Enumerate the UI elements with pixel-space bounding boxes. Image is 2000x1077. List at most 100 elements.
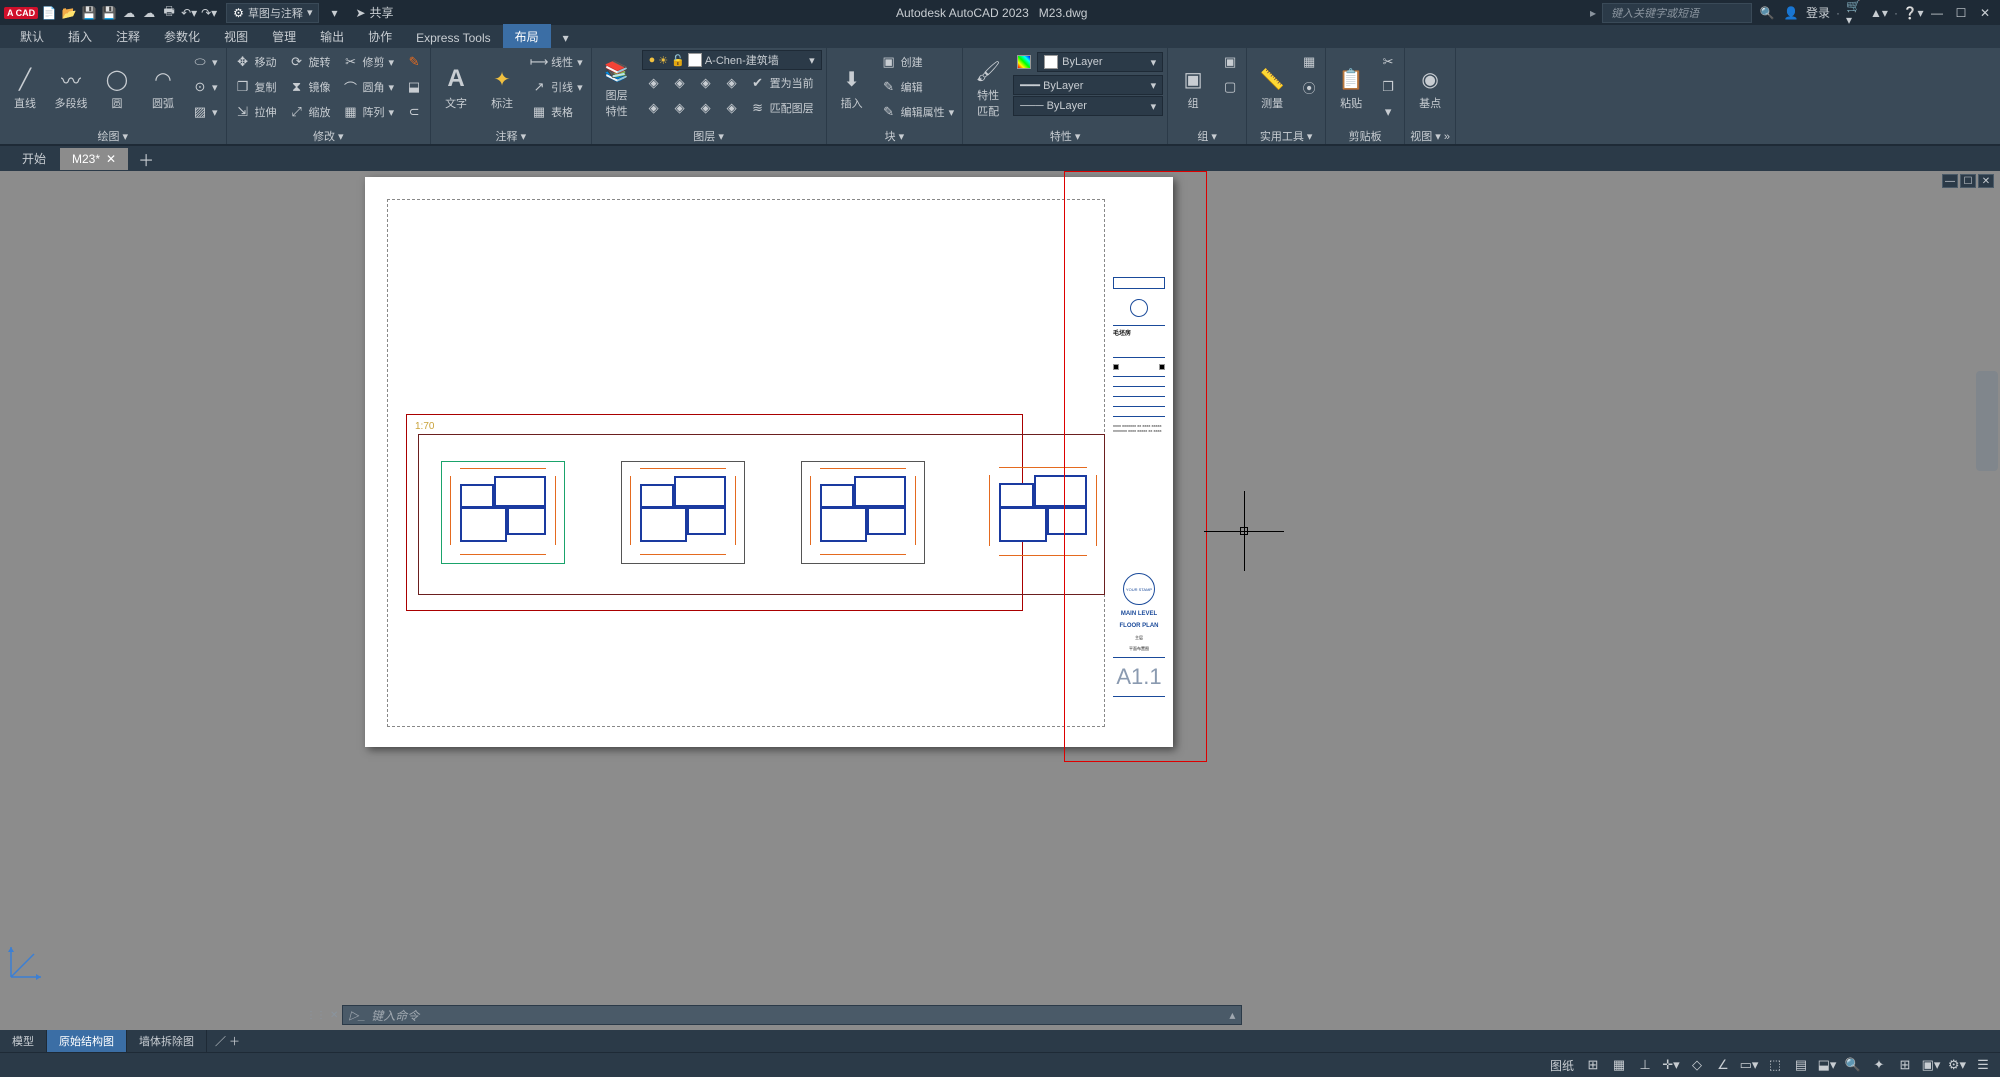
- help-icon[interactable]: ❔▾: [1904, 4, 1922, 22]
- status-grid-icon[interactable]: ⊞: [1582, 1055, 1604, 1075]
- linetype-dropdown[interactable]: ─── ByLayer▾: [1013, 96, 1163, 116]
- cmd-handle-icon[interactable]: ⋮⋮: [306, 1010, 326, 1021]
- close-icon[interactable]: ✕: [106, 152, 116, 166]
- text-button[interactable]: A文字: [435, 50, 477, 126]
- tab-express[interactable]: Express Tools: [404, 27, 502, 48]
- floorplan-2[interactable]: [621, 461, 745, 564]
- status-clean-icon[interactable]: ⚙▾: [1946, 1055, 1968, 1075]
- ucs-icon[interactable]: [6, 942, 46, 982]
- workspace-dropdown[interactable]: ⚙ 草图与注释 ▾: [226, 3, 319, 23]
- status-lwt-icon[interactable]: ▭▾: [1738, 1055, 1760, 1075]
- group-tool-1[interactable]: ▣: [1218, 50, 1242, 74]
- fillet-button[interactable]: ⌒圆角▾: [339, 75, 399, 99]
- array-button[interactable]: ▦阵列▾: [339, 100, 399, 124]
- print-icon[interactable]: 🖶: [160, 4, 178, 22]
- draw-more-1[interactable]: ⬭▾: [188, 50, 222, 74]
- util-tool-2[interactable]: ⦿: [1297, 75, 1321, 99]
- create-button[interactable]: ▣创建: [877, 50, 959, 74]
- tab-more[interactable]: ▾: [551, 27, 581, 48]
- layerprops-button[interactable]: 📚图层 特性: [596, 50, 638, 126]
- tab-view[interactable]: 视图: [212, 24, 260, 48]
- move-button[interactable]: ✥移动: [231, 50, 281, 74]
- save-icon[interactable]: 💾: [80, 4, 98, 22]
- rotate-button[interactable]: ⟳旋转: [285, 50, 335, 74]
- status-ortho-icon[interactable]: ⊥: [1634, 1055, 1656, 1075]
- layer-tool-1[interactable]: ◈: [642, 71, 666, 95]
- search-input[interactable]: 键入关键字或短语: [1602, 3, 1752, 23]
- search-icon[interactable]: 🔍: [1758, 4, 1776, 22]
- cut-button[interactable]: ✂: [1376, 50, 1400, 74]
- command-input[interactable]: ▷_ 键入命令 ▴: [342, 1005, 1242, 1025]
- tab-parametric[interactable]: 参数化: [152, 24, 212, 48]
- color-dropdown[interactable]: ByLayer▾: [1037, 52, 1163, 72]
- layer-tool-3[interactable]: ◈: [694, 71, 718, 95]
- layer-tool-8[interactable]: ◈: [720, 96, 744, 120]
- panel-clip-label[interactable]: 剪贴板: [1330, 127, 1400, 144]
- arc-button[interactable]: ◠圆弧: [142, 50, 184, 126]
- editattr-button[interactable]: ✎编辑属性▾: [877, 100, 959, 124]
- floorplan-1[interactable]: [441, 461, 565, 564]
- panel-block-label[interactable]: 块 ▾: [831, 127, 959, 144]
- modify-more-2[interactable]: ⬓: [402, 75, 426, 99]
- panel-group-label[interactable]: 组 ▾: [1172, 127, 1242, 144]
- status-anno-icon[interactable]: 🔍: [1842, 1055, 1864, 1075]
- layouttab-1[interactable]: 原始结构图: [47, 1030, 127, 1052]
- cmd-close-icon[interactable]: ✕: [330, 1010, 338, 1021]
- polyline-button[interactable]: 〰多段线: [50, 50, 92, 126]
- status-osnap-icon[interactable]: ◇: [1686, 1055, 1708, 1075]
- copy-button[interactable]: ❐复制: [231, 75, 281, 99]
- matchlayer-button[interactable]: ≋匹配图层: [746, 96, 818, 120]
- close-button[interactable]: ✕: [1976, 4, 1994, 22]
- status-dyn-icon[interactable]: ▤: [1790, 1055, 1812, 1075]
- group-tool-2[interactable]: ▢: [1218, 75, 1242, 99]
- cmd-history-icon[interactable]: ▴: [1229, 1008, 1235, 1022]
- print-area-rect[interactable]: [1064, 171, 1207, 762]
- panel-view-label[interactable]: 视图 ▾ »: [1409, 127, 1451, 144]
- tab-default[interactable]: 默认: [8, 24, 56, 48]
- cart-icon[interactable]: 🛒▾: [1846, 4, 1864, 22]
- drawing-area[interactable]: — ☐ ✕ 毛坯房 xxxx xxxxxxx xx xxxx xxxxx xxx…: [0, 171, 2000, 1030]
- layer-tool-6[interactable]: ◈: [668, 96, 692, 120]
- status-snap-icon[interactable]: ▦: [1608, 1055, 1630, 1075]
- tab-annotate[interactable]: 注释: [104, 24, 152, 48]
- util-tool-1[interactable]: ▦: [1297, 50, 1321, 74]
- modify-more-3[interactable]: ⊂: [402, 100, 426, 124]
- tab-collab[interactable]: 协作: [356, 24, 404, 48]
- status-otrack-icon[interactable]: ∠: [1712, 1055, 1734, 1075]
- leader-button[interactable]: ↗引线▾: [527, 75, 587, 99]
- panel-layers-label[interactable]: 图层 ▾: [596, 127, 822, 144]
- tab-insert[interactable]: 插入: [56, 24, 104, 48]
- panel-utils-label[interactable]: 实用工具 ▾: [1251, 127, 1321, 144]
- setcurrent-button[interactable]: ✔置为当前: [746, 71, 818, 95]
- stretch-button[interactable]: ⇲拉伸: [231, 100, 281, 124]
- trim-button[interactable]: ✂修剪▾: [339, 50, 399, 74]
- share-button[interactable]: ➤ 共享: [355, 4, 393, 21]
- layer-tool-4[interactable]: ◈: [720, 71, 744, 95]
- line-button[interactable]: ╱直线: [4, 50, 46, 126]
- filetab-start[interactable]: 开始: [10, 146, 58, 171]
- mirror-button[interactable]: ⧗镜像: [285, 75, 335, 99]
- layer-dropdown[interactable]: ● ☀ 🔓 A-Chen-建筑墙 ▾: [642, 50, 822, 70]
- navigation-bar[interactable]: [1976, 371, 1998, 471]
- vp-maximize-button[interactable]: ☐: [1960, 174, 1976, 188]
- new-icon[interactable]: 📄: [40, 4, 58, 22]
- insert-button[interactable]: ⬇插入: [831, 50, 873, 126]
- clip-more[interactable]: ▾: [1376, 100, 1400, 124]
- panel-draw-label[interactable]: 绘图 ▾: [4, 127, 222, 144]
- cloud-open-icon[interactable]: ☁: [120, 4, 138, 22]
- login-label[interactable]: 登录: [1806, 4, 1830, 21]
- layer-tool-7[interactable]: ◈: [694, 96, 718, 120]
- measure-button[interactable]: 📏测量: [1251, 50, 1293, 126]
- matchprops-button[interactable]: 🖌特性 匹配: [967, 50, 1009, 126]
- panel-props-label[interactable]: 特性 ▾: [967, 127, 1163, 144]
- status-paper-label[interactable]: 图纸: [1546, 1057, 1578, 1074]
- qat-more-icon[interactable]: ▾: [325, 4, 343, 22]
- panel-modify-label[interactable]: 修改 ▾: [231, 127, 427, 144]
- copy-clip-button[interactable]: ❐: [1376, 75, 1400, 99]
- status-sel-icon[interactable]: ⬚: [1764, 1055, 1786, 1075]
- tab-layout[interactable]: 布局: [503, 24, 551, 48]
- status-polar-icon[interactable]: ✛▾: [1660, 1055, 1682, 1075]
- dim-button[interactable]: ✦标注: [481, 50, 523, 126]
- circle-button[interactable]: ◯圆: [96, 50, 138, 126]
- layouttab-2[interactable]: 墙体拆除图: [127, 1030, 207, 1052]
